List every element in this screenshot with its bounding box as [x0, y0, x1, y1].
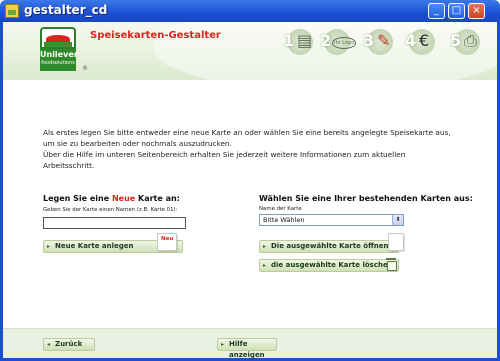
unilever-logo: Unilever foodsolutions	[38, 27, 80, 77]
trash-icon	[385, 258, 397, 271]
arrow-left-icon: ◂	[47, 341, 51, 348]
euro-icon: €	[419, 31, 430, 50]
pencil-icon: ✎	[377, 31, 391, 50]
window-titlebar: gestalter_cd _ □ ×	[0, 0, 500, 22]
back-button[interactable]: ◂ Zurück	[43, 338, 95, 351]
card-name-input[interactable]	[43, 217, 186, 229]
arrow-right-icon: ▸	[47, 243, 51, 250]
document-icon	[388, 233, 404, 251]
help-button[interactable]: ▸ Hilfe anzeigen	[217, 338, 277, 359]
step-number: 5	[450, 31, 462, 50]
minimize-button[interactable]: _	[428, 3, 445, 19]
new-card-heading: Legen Sie eine Neue Karte an:	[43, 194, 180, 203]
window-title: gestalter_cd	[24, 3, 108, 17]
main-content	[3, 80, 497, 328]
card-select[interactable]: Bitte Wählen ⬍	[259, 214, 404, 226]
page-title: Speisekarten-Gestalter	[90, 30, 221, 41]
arrow-right-icon: ▸	[263, 243, 267, 250]
step-number: 1	[283, 31, 295, 50]
step-number: 3	[363, 31, 375, 50]
step-number: 4	[405, 31, 417, 50]
step-3[interactable]: 3 ✎	[363, 27, 401, 61]
registered-mark: ®	[82, 65, 88, 72]
logo-subtitle: foodsolutions	[41, 60, 75, 66]
intro-line: Arbeitsschritt.	[43, 161, 95, 170]
step-number: 2	[320, 31, 332, 50]
arrow-right-icon: ▸	[263, 262, 267, 269]
chevron-down-icon[interactable]: ⬍	[392, 215, 403, 225]
step-5[interactable]: 5 ⎙	[450, 27, 488, 61]
arrow-right-icon: ▸	[221, 341, 225, 348]
intro-line: Über die Hilfe im unteren Seitenbereich …	[43, 150, 406, 159]
delete-card-button[interactable]: ▸ die ausgewählte Karte löschen	[259, 259, 399, 272]
existing-card-heading: Wählen Sie eine Ihrer bestehenden Karten…	[259, 194, 473, 203]
neu-badge: Neu	[161, 236, 174, 242]
step-1[interactable]: 1 ▤	[283, 27, 321, 61]
card-select-label: Name der Karte	[259, 206, 302, 212]
new-highlight: Neue	[111, 194, 136, 203]
logo-emblem-icon	[40, 27, 76, 49]
card-select-value: Bitte Wählen	[263, 216, 305, 224]
step-4[interactable]: 4 €	[405, 27, 443, 61]
intro-text: Als erstes legen Sie bitte entweder eine…	[43, 127, 463, 171]
step-2[interactable]: 2 Ihr Logo	[320, 27, 358, 61]
new-document-icon: Neu	[157, 233, 177, 251]
app-icon	[5, 4, 19, 18]
maximize-button[interactable]: □	[448, 3, 465, 19]
printer-icon: ⎙	[464, 31, 477, 50]
card-name-label: Geben Sie der Karte einen Namen (z.B. Ka…	[43, 207, 178, 213]
close-button[interactable]: ×	[468, 3, 485, 19]
open-card-button[interactable]: ▸ Die ausgewählte Karte öffnen	[259, 240, 399, 253]
logo-brand: Unilever	[40, 50, 78, 59]
logo-icon: Ihr Logo	[332, 37, 357, 49]
intro-line: Als erstes legen Sie bitte entweder eine…	[43, 128, 451, 137]
pages-icon: ▤	[297, 31, 313, 50]
intro-line: um sie zu bearbeiten oder nochmals auszu…	[43, 139, 232, 148]
